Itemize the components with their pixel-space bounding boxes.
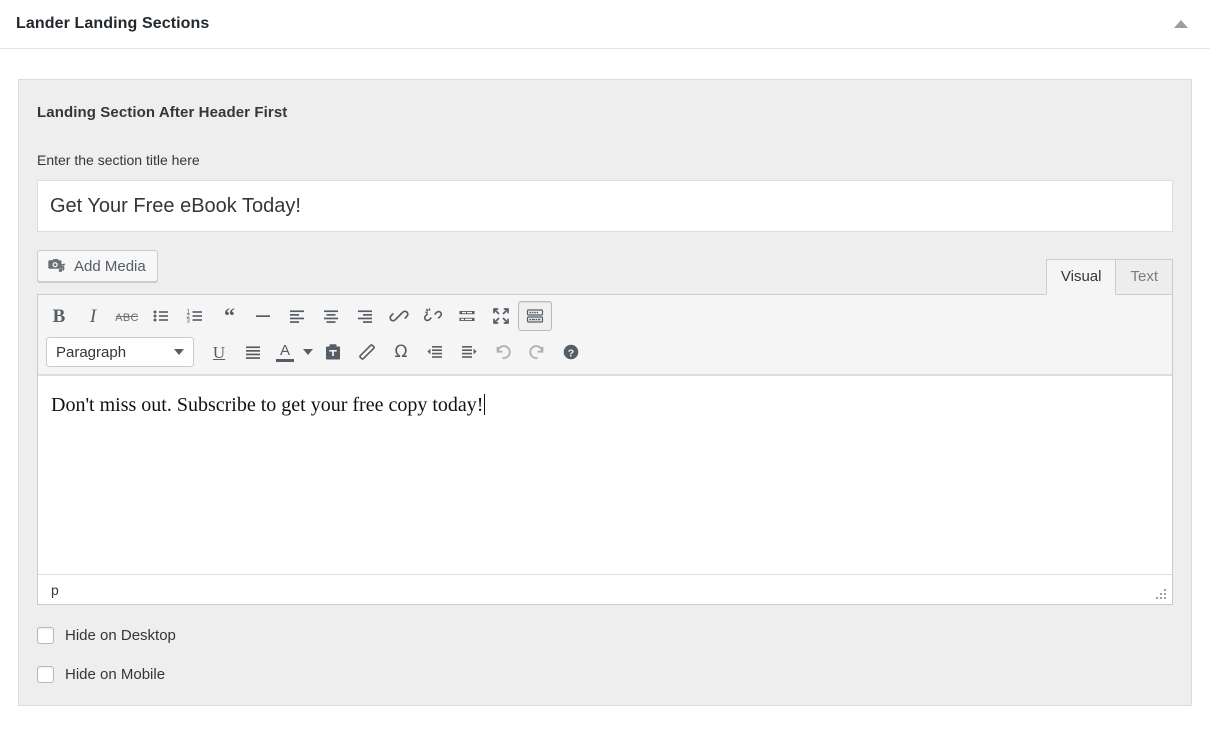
hide-on-desktop-row[interactable]: Hide on Desktop	[37, 627, 1173, 644]
italic-icon: I	[89, 305, 97, 327]
numbered-list-button[interactable]: 1 2 3	[178, 301, 212, 331]
redo-icon	[529, 345, 544, 359]
insert-read-more-button[interactable]	[450, 301, 484, 331]
editor-content-text: Don't miss out. Subscribe to get your fr…	[51, 394, 484, 416]
bulleted-list-icon	[153, 310, 168, 322]
element-path[interactable]: p	[51, 582, 59, 598]
align-left-icon	[290, 310, 304, 323]
text-color-button[interactable]: A	[270, 337, 300, 367]
remove-link-button[interactable]	[416, 301, 450, 331]
paste-as-text-button[interactable]	[316, 337, 350, 367]
bulleted-list-button[interactable]	[144, 301, 178, 331]
indent-icon	[462, 346, 477, 358]
italic-button[interactable]: I	[76, 301, 110, 331]
align-justify-icon	[246, 346, 260, 359]
triangle-up-icon	[1174, 20, 1188, 28]
section-title-input[interactable]	[37, 180, 1173, 232]
toolbar-row-1: B I ABC 1 2 3 “	[38, 295, 1172, 334]
tab-text[interactable]: Text	[1116, 258, 1173, 295]
keyboard-shortcuts-button[interactable]: ?	[554, 337, 588, 367]
underline-icon: U	[212, 342, 226, 362]
horizontal-line-button[interactable]	[246, 301, 280, 331]
section-title-label: Enter the section title here	[37, 152, 200, 168]
hide-on-mobile-label[interactable]: Hide on Mobile	[65, 667, 165, 682]
page-title: Lander Landing Sections	[16, 14, 210, 32]
justify-button[interactable]	[236, 337, 270, 367]
tinymce-editor: B I ABC 1 2 3 “ Paragraph U A Ω ? Don't …	[37, 294, 1173, 605]
insert-link-button[interactable]	[382, 301, 416, 331]
bold-button[interactable]: B	[42, 301, 76, 331]
align-right-icon	[358, 310, 372, 323]
outdent-icon	[427, 346, 442, 358]
svg-text:?: ?	[568, 347, 574, 359]
align-center-icon	[324, 310, 338, 323]
omega-icon: Ω	[394, 341, 408, 362]
kitchen-sink-icon	[526, 309, 544, 323]
chevron-down-icon	[303, 349, 313, 355]
metabox-body: Landing Section After Header First Enter…	[0, 49, 1210, 706]
text-color-icon: A	[276, 343, 294, 362]
svg-text:3: 3	[187, 319, 191, 325]
undo-icon	[496, 345, 511, 359]
link-icon	[389, 310, 409, 322]
unlink-icon	[423, 308, 443, 322]
numbered-list-icon: 1 2 3	[187, 310, 202, 325]
clear-formatting-button[interactable]	[350, 337, 384, 367]
resize-grip-icon[interactable]	[1153, 586, 1169, 602]
hide-on-desktop-checkbox[interactable]	[37, 627, 54, 644]
eraser-icon	[359, 344, 375, 360]
align-right-button[interactable]	[348, 301, 382, 331]
underline-button[interactable]: U	[202, 337, 236, 367]
help-icon: ?	[563, 344, 579, 360]
landing-section-panel: Landing Section After Header First Enter…	[18, 79, 1192, 706]
section-heading: Landing Section After Header First	[37, 104, 288, 121]
toolbar-row-2: ParagraphHeading 1Heading 2Heading 3Head…	[38, 334, 1172, 375]
align-center-button[interactable]	[314, 301, 348, 331]
add-media-button[interactable]: Add Media	[37, 250, 158, 282]
editor-statusbar: p	[38, 574, 1172, 604]
editor-content-area[interactable]: Don't miss out. Subscribe to get your fr…	[38, 375, 1172, 574]
add-media-label: Add Media	[74, 257, 146, 275]
blockquote-button[interactable]: “	[212, 301, 246, 331]
editor-mode-tabs: Visual Text	[1045, 258, 1173, 295]
format-select[interactable]: ParagraphHeading 1Heading 2Heading 3Head…	[46, 337, 194, 367]
strikethrough-button[interactable]: ABC	[110, 301, 144, 331]
blockquote-icon: “	[224, 303, 235, 328]
indent-button[interactable]	[452, 337, 486, 367]
clipboard-text-icon	[326, 344, 340, 360]
align-left-button[interactable]	[280, 301, 314, 331]
outdent-button[interactable]	[418, 337, 452, 367]
horizontal-line-icon	[256, 315, 270, 317]
format-select-wrapper: ParagraphHeading 1Heading 2Heading 3Head…	[42, 337, 202, 367]
bold-icon: B	[52, 305, 66, 327]
special-character-button[interactable]: Ω	[384, 337, 418, 367]
redo-button[interactable]	[520, 337, 554, 367]
tab-visual[interactable]: Visual	[1045, 258, 1117, 295]
hide-on-mobile-row[interactable]: Hide on Mobile	[37, 666, 1173, 683]
wp-editor: Add Media Visual Text B I ABC 1 2 3 “ Pa…	[37, 250, 1173, 605]
hide-on-mobile-checkbox[interactable]	[37, 666, 54, 683]
undo-button[interactable]	[486, 337, 520, 367]
editor-paragraph: Don't miss out. Subscribe to get your fr…	[51, 390, 1159, 420]
hide-on-desktop-label[interactable]: Hide on Desktop	[65, 628, 176, 643]
media-camera-note-icon	[47, 256, 67, 276]
metabox-header[interactable]: Lander Landing Sections	[0, 0, 1210, 49]
strikethrough-icon: ABC	[115, 311, 139, 324]
text-color-menu-button[interactable]	[300, 337, 316, 367]
lander-landing-sections-metabox: Lander Landing Sections Landing Section …	[0, 0, 1210, 706]
toolbar-toggle-button[interactable]	[518, 301, 552, 331]
text-caret	[484, 394, 486, 415]
read-more-icon	[459, 311, 475, 321]
toggle-panel-button[interactable]	[1166, 9, 1196, 39]
editor-top-row: Add Media Visual Text	[37, 250, 1173, 295]
fullscreen-button[interactable]	[484, 301, 518, 331]
fullscreen-icon	[493, 308, 509, 324]
